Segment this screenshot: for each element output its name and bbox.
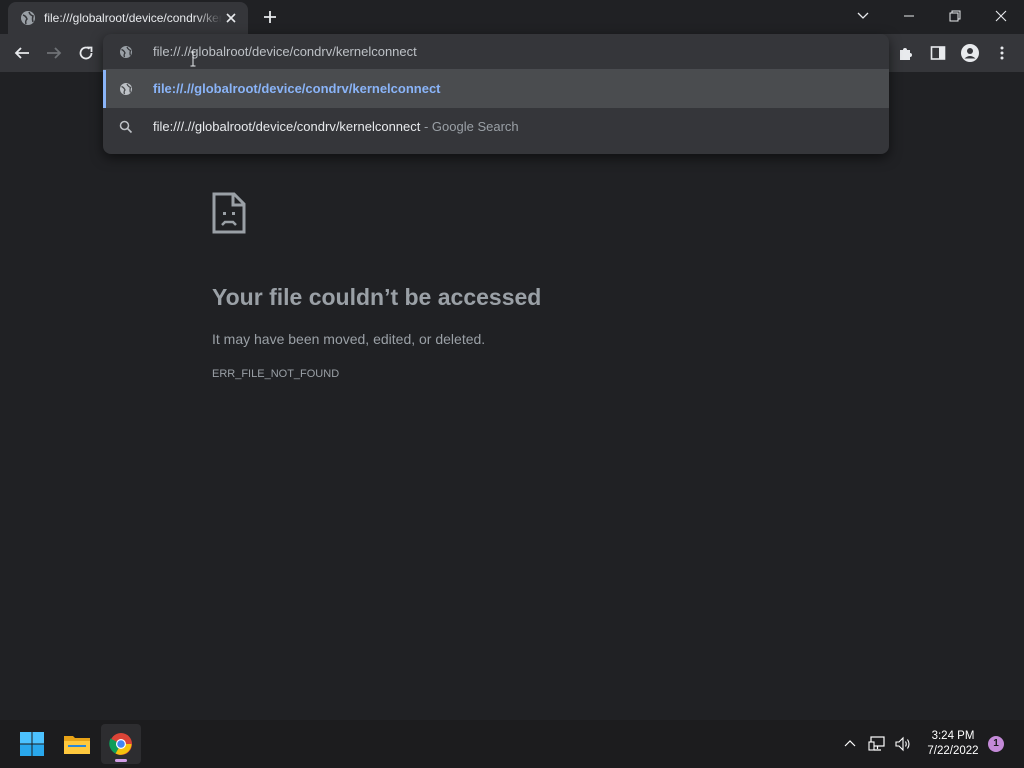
browser-tab[interactable]: file:///globalroot/device/condrv/kernelc… xyxy=(8,2,248,34)
text-cursor-icon xyxy=(190,51,196,67)
chevron-down-icon xyxy=(857,12,869,19)
taskbar-clock[interactable]: 3:24 PM 7/22/2022 xyxy=(922,729,984,759)
side-panel-button[interactable] xyxy=(926,41,950,65)
error-description: It may have been moved, edited, or delet… xyxy=(212,331,486,347)
arrow-right-icon xyxy=(47,47,62,59)
network-icon xyxy=(868,736,885,751)
clock-date: 7/22/2022 xyxy=(927,745,979,757)
close-tab-icon[interactable] xyxy=(224,11,238,25)
more-vert-icon xyxy=(1000,46,1004,60)
chevron-up-icon xyxy=(844,740,856,747)
start-button[interactable] xyxy=(12,724,52,764)
new-tab-button[interactable] xyxy=(260,7,280,27)
suggestion-url-text: file://.//globalroot/device/condrv/kerne… xyxy=(153,81,441,96)
suggestion-url[interactable]: file://.//globalroot/device/condrv/kerne… xyxy=(103,70,889,108)
search-query: file:///.//globalroot/device/condrv/kern… xyxy=(153,119,421,134)
search-icon xyxy=(119,120,133,134)
search-suffix: - Google Search xyxy=(420,119,519,134)
close-window-button[interactable] xyxy=(978,0,1024,32)
tab-title: file:///globalroot/device/condrv/kernelc… xyxy=(44,11,222,25)
restore-button[interactable] xyxy=(932,0,978,32)
back-button[interactable] xyxy=(10,41,34,65)
clock-time: 3:24 PM xyxy=(931,730,975,742)
title-bar: file:///globalroot/device/condrv/kernelc… xyxy=(0,0,1024,34)
notification-badge[interactable]: 1 xyxy=(988,736,1004,752)
globe-icon xyxy=(120,83,132,95)
arrow-left-icon xyxy=(14,47,29,59)
active-app-indicator xyxy=(115,759,127,762)
omnibox: file://.//globalroot/device/condrv/kerne… xyxy=(103,34,889,154)
forward-button[interactable] xyxy=(42,41,66,65)
start-icon xyxy=(20,732,44,756)
avatar-icon xyxy=(961,44,979,62)
address-bar[interactable]: file://.//globalroot/device/condrv/kerne… xyxy=(103,34,889,70)
reload-icon xyxy=(79,46,93,60)
file-explorer-icon xyxy=(64,736,90,754)
error-code: ERR_FILE_NOT_FOUND xyxy=(212,368,340,380)
side-panel-icon xyxy=(930,46,946,60)
restore-icon xyxy=(949,10,961,22)
minimize-icon xyxy=(904,15,914,17)
minimize-button[interactable] xyxy=(886,0,932,32)
globe-icon xyxy=(21,11,35,25)
network-button[interactable] xyxy=(866,720,888,768)
tab-search-button[interactable] xyxy=(840,0,886,32)
file-explorer-button[interactable] xyxy=(57,724,97,764)
taskbar: 3:24 PM 7/22/2022 xyxy=(0,720,1024,768)
puzzle-icon xyxy=(900,48,912,60)
suggestion-search-text: file:///.//globalroot/device/condrv/kern… xyxy=(153,119,519,135)
suggestion-search[interactable]: file:///.//globalroot/device/condrv/kern… xyxy=(103,108,889,146)
close-icon xyxy=(995,10,1007,22)
globe-icon xyxy=(120,46,132,58)
error-title: Your file couldn’t be accessed xyxy=(212,284,542,310)
chrome-icon xyxy=(109,733,132,755)
volume-icon xyxy=(895,736,910,752)
reload-button[interactable] xyxy=(74,41,98,65)
extensions-button[interactable] xyxy=(894,41,918,65)
chrome-taskbar-button[interactable] xyxy=(101,724,141,764)
menu-button[interactable] xyxy=(990,41,1014,65)
show-hidden-icons-button[interactable] xyxy=(840,720,860,768)
sad-file-icon xyxy=(212,192,246,234)
selection-indicator xyxy=(103,70,106,108)
volume-button[interactable] xyxy=(892,720,914,768)
profile-button[interactable] xyxy=(958,41,982,65)
